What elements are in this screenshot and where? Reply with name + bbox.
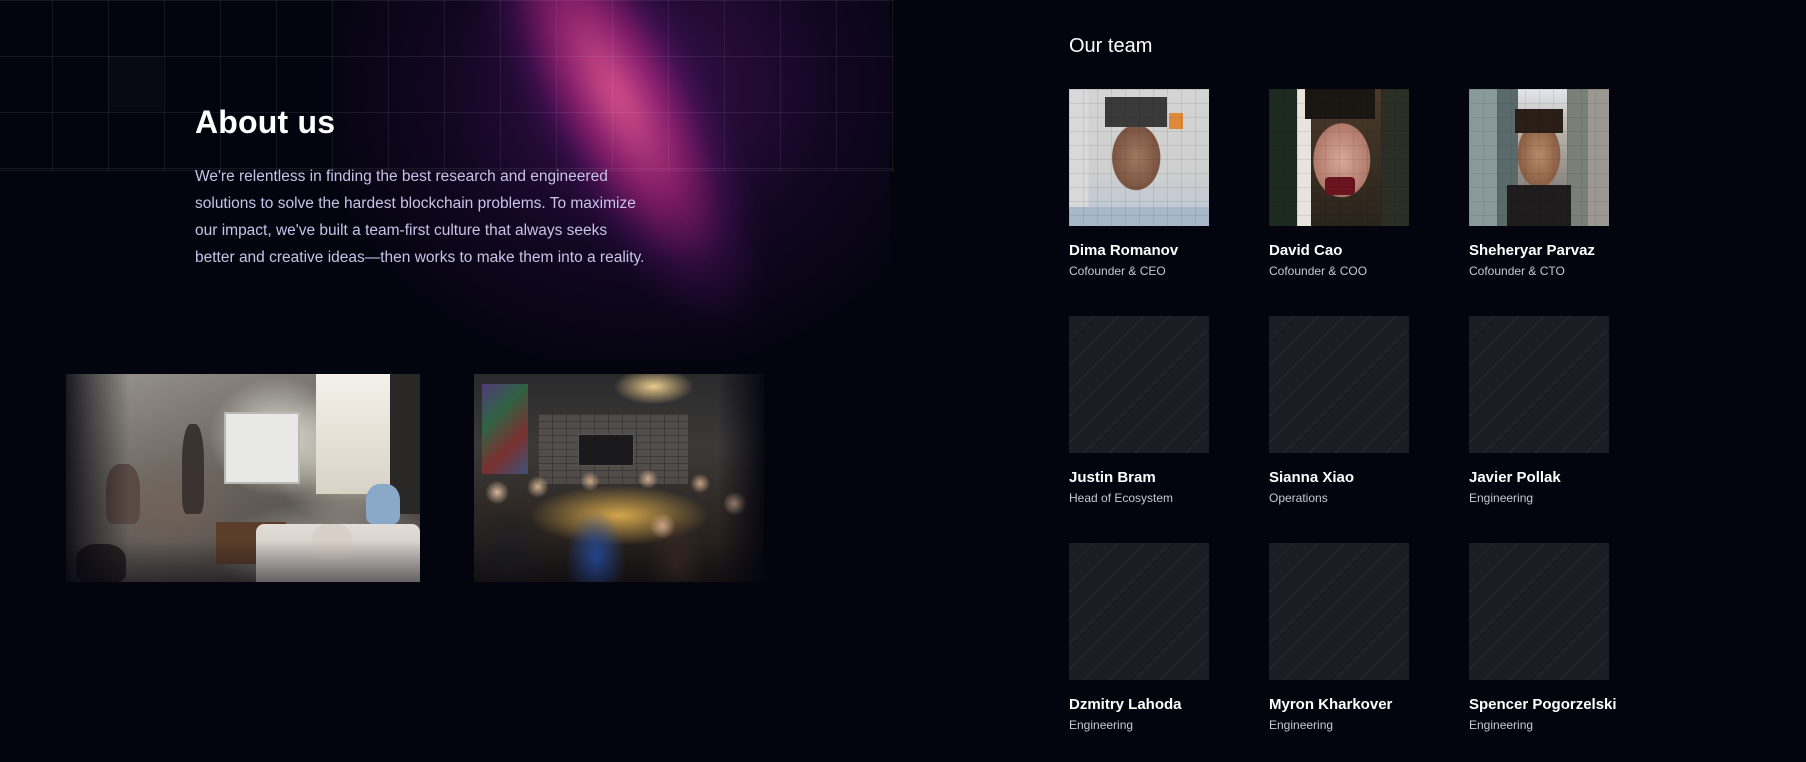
team-member-card: Justin Bram Head of Ecosystem — [1069, 316, 1249, 506]
team-title: Our team — [1069, 35, 1153, 57]
member-name: Sheheryar Parvaz — [1469, 242, 1595, 259]
grid-highlight-cell — [108, 56, 163, 111]
photo-vignette — [66, 374, 420, 582]
about-description: We're relentless in finding the best res… — [195, 168, 645, 266]
member-name: David Cao — [1269, 242, 1343, 259]
member-name: Sianna Xiao — [1269, 469, 1355, 486]
member-name: Javier Pollak — [1469, 469, 1561, 486]
avatar-placeholder — [1469, 316, 1609, 453]
member-role: Operations — [1269, 491, 1328, 505]
member-role: Engineering — [1469, 491, 1534, 505]
member-role: Head of Ecosystem — [1069, 491, 1174, 505]
avatar-placeholder — [1269, 316, 1409, 453]
member-name: Myron Kharkover — [1269, 696, 1393, 713]
team-member-card: Sheheryar Parvaz Cofounder & CTO — [1469, 89, 1649, 279]
member-role: Engineering — [1469, 718, 1534, 732]
member-name: Justin Bram — [1069, 469, 1156, 486]
team-photo-living-room — [66, 374, 420, 582]
team-member-card: Dzmitry Lahoda Engineering — [1069, 543, 1249, 733]
team-member-card: David Cao Cofounder & COO — [1269, 89, 1449, 279]
member-name: Dima Romanov — [1069, 242, 1179, 259]
avatar-placeholder — [1469, 543, 1609, 680]
avatar — [1469, 89, 1609, 226]
team-photo-dinner — [474, 374, 764, 582]
member-name: Spencer Pogorzelski — [1469, 696, 1617, 713]
member-role: Engineering — [1069, 718, 1134, 732]
member-role: Cofounder & CTO — [1469, 264, 1565, 278]
member-name: Dzmitry Lahoda — [1069, 696, 1182, 713]
avatar-placeholder — [1269, 543, 1409, 680]
team-member-card: Sianna Xiao Operations — [1269, 316, 1449, 506]
team-member-card: Myron Kharkover Engineering — [1269, 543, 1449, 733]
about-title: About us — [195, 104, 336, 140]
team-member-card: Dima Romanov Cofounder & CEO — [1069, 89, 1249, 279]
photo-vignette — [474, 374, 764, 582]
team-member-card: Javier Pollak Engineering — [1469, 316, 1649, 506]
team-member-card: Spencer Pogorzelski Engineering — [1469, 543, 1649, 733]
member-role: Cofounder & COO — [1269, 264, 1368, 278]
avatar — [1069, 89, 1209, 226]
avatar — [1269, 89, 1409, 226]
member-role: Cofounder & CEO — [1069, 264, 1166, 278]
about-section: About us We're relentless in finding the… — [0, 0, 894, 762]
avatar-placeholder — [1069, 316, 1209, 453]
member-role: Engineering — [1269, 718, 1334, 732]
avatar-placeholder — [1069, 543, 1209, 680]
